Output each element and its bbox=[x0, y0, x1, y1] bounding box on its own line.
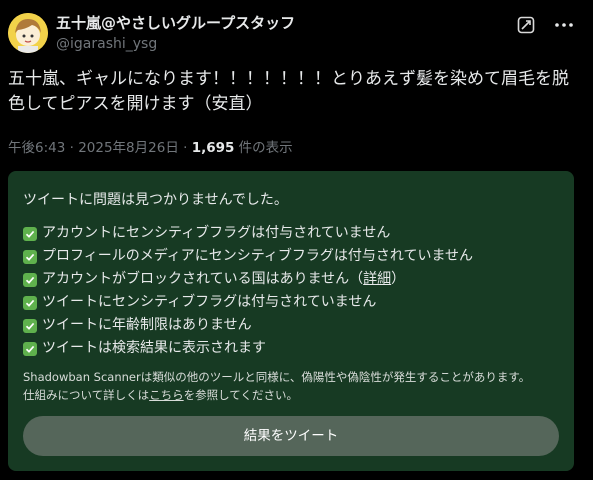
tweet-page: 五十嵐@やさしいグループスタッフ @igarashi_ysg 五十嵐、ギャルにな… bbox=[0, 0, 593, 480]
checkmark-icon bbox=[23, 295, 37, 310]
tweet-meta: 午後6:43 · 2025年8月26日 · 1,695 件の表示 bbox=[8, 136, 293, 156]
details-link[interactable]: 詳細 bbox=[363, 268, 391, 291]
more-options-icon[interactable] bbox=[553, 16, 575, 34]
scanner-disclaimer: Shadowban Scannerは類似の他のツールと同様に、偽陽性や偽陰性が発… bbox=[23, 368, 563, 404]
display-name[interactable]: 五十嵐@やさしいグループスタッフ bbox=[56, 14, 295, 32]
avatar-illustration bbox=[8, 13, 48, 53]
check-item-label: プロフィールのメディアにセンシティブフラグは付与されていません bbox=[42, 248, 474, 264]
disclaimer-line-1: Shadowban Scannerは類似の他のツールと同様に、偽陽性や偽陰性が発… bbox=[23, 370, 531, 384]
checkmark-icon bbox=[23, 226, 37, 241]
check-item-label: ツイートに年齢制限はありません bbox=[42, 317, 252, 333]
author-block: 五十嵐@やさしいグループスタッフ @igarashi_ysg bbox=[56, 14, 295, 53]
checkmark-icon bbox=[23, 318, 37, 333]
disclaimer-prefix: 仕組みについて詳しくは bbox=[23, 388, 150, 402]
grok-icon[interactable] bbox=[517, 16, 535, 34]
check-item: ツイートに年齢制限はありません bbox=[23, 314, 473, 337]
check-item: アカウントがブロックされている国はありません（ 詳細） bbox=[23, 268, 473, 291]
check-item: アカウントにセンシティブフラグは付与されていません bbox=[23, 222, 473, 245]
check-item-label: ツイートにセンシティブフラグは付与されていません bbox=[42, 294, 377, 310]
check-item: プロフィールのメディアにセンシティブフラグは付与されていません bbox=[23, 245, 473, 268]
disclaimer-suffix: を参照してください。 bbox=[183, 388, 298, 402]
tweet-result-button[interactable]: 結果をツイート bbox=[23, 416, 559, 456]
view-count: 1,695 bbox=[191, 140, 235, 156]
check-item-label: アカウントにセンシティブフラグは付与されていません bbox=[42, 225, 391, 241]
shadowban-scanner-panel: ツイートに問題は見つかりませんでした。 アカウントにセンシティブフラグは付与され… bbox=[8, 171, 574, 471]
checkmark-icon bbox=[23, 249, 37, 264]
disclaimer-line-2: 仕組みについて詳しくはこちらを参照してください。 bbox=[23, 386, 563, 404]
check-item: ツイートは検索結果に表示されます bbox=[23, 337, 473, 360]
details-close-paren: ） bbox=[391, 271, 406, 287]
checkmark-icon bbox=[23, 272, 37, 287]
learn-more-link[interactable]: こちら bbox=[149, 388, 184, 402]
scanner-check-list: アカウントにセンシティブフラグは付与されていません プロフィールのメディアにセン… bbox=[23, 222, 473, 360]
user-handle[interactable]: @igarashi_ysg bbox=[56, 35, 295, 53]
tweet-timestamp[interactable]: 午後6:43 · 2025年8月26日 · bbox=[8, 140, 192, 156]
check-item-label: ツイートは検索結果に表示されます bbox=[42, 340, 266, 356]
scanner-result-title: ツイートに問題は見つかりませんでした。 bbox=[23, 192, 288, 208]
view-count-suffix: 件の表示 bbox=[234, 140, 293, 156]
tweet-text: 五十嵐、ギャルになります！！！！！！！とりあえず髪を染めて眉毛を脱色してピアスを… bbox=[8, 69, 569, 114]
check-item: ツイートにセンシティブフラグは付与されていません bbox=[23, 291, 473, 314]
avatar[interactable] bbox=[8, 13, 48, 53]
checkmark-icon bbox=[23, 341, 37, 356]
check-item-label: アカウントがブロックされている国はありません（ bbox=[42, 271, 364, 287]
